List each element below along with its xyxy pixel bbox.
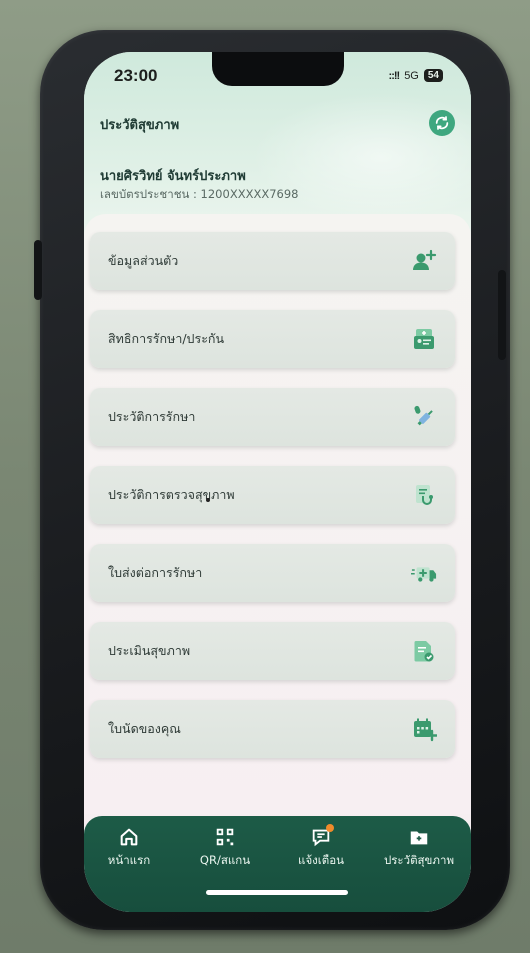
phone-screen: 23:00 ::!! 5G 54 ประวัติสุขภาพ นายศิรวิท… xyxy=(84,52,471,912)
tab-label: แจ้งเตือน xyxy=(298,853,344,867)
ambulance-icon xyxy=(411,560,437,586)
side-button xyxy=(498,270,506,360)
menu-item-appointments[interactable]: ใบนัดของคุณ xyxy=(90,700,455,758)
camera-notch xyxy=(212,52,344,86)
page-title: ประวัติสุขภาพ xyxy=(100,118,180,133)
status-time: 23:00 xyxy=(114,66,158,85)
menu-item-health-assessment[interactable]: ประเมินสุขภาพ xyxy=(90,622,455,680)
stethoscope-doc-icon xyxy=(411,482,437,508)
network-label: 5G xyxy=(404,69,419,82)
menu-item-label: ประวัติการรักษา xyxy=(108,409,196,424)
status-indicators: ::!! 5G 54 xyxy=(389,69,443,82)
add-person-icon xyxy=(411,248,437,274)
bottom-tab-bar: หน้าแรก QR/สแกน แจ้งเตือน ประวัติสุขภาพ xyxy=(84,816,471,912)
tab-label: QR/สแกน xyxy=(199,853,251,867)
tab-label: หน้าแรก xyxy=(107,853,151,867)
menu-item-checkup-history[interactable]: ประวัติการตรวจสุขภาพ xyxy=(90,466,455,524)
user-id-number: เลขบัตรประชาชน : 1200XXXXX7698 xyxy=(100,187,299,201)
notification-dot xyxy=(326,824,334,832)
menu-item-label: ใบส่งต่อการรักษา xyxy=(108,565,203,580)
photo-background: 23:00 ::!! 5G 54 ประวัติสุขภาพ นายศิรวิท… xyxy=(0,0,530,953)
home-indicator xyxy=(206,890,348,895)
tab-health-history[interactable]: ประวัติสุขภาพ xyxy=(374,826,464,870)
tab-qr-scan[interactable]: QR/สแกน xyxy=(180,826,270,870)
battery-icon: 54 xyxy=(423,69,443,82)
syringe-icon xyxy=(411,404,437,430)
menu-item-label: สิทธิการรักษา/ประกัน xyxy=(108,331,225,346)
menu-item-treatment-history[interactable]: ประวัติการรักษา xyxy=(90,388,455,446)
side-button xyxy=(34,240,42,300)
menu-item-personal-info[interactable]: ข้อมูลส่วนตัว xyxy=(90,232,455,290)
qr-scan-icon xyxy=(214,826,236,848)
signal-icon: ::!! xyxy=(388,69,401,82)
menu-item-insurance[interactable]: สิทธิการรักษา/ประกัน xyxy=(90,310,455,368)
chat-bell-icon xyxy=(310,824,334,848)
health-folder-icon xyxy=(408,826,430,848)
tab-notifications[interactable]: แจ้งเตือน xyxy=(276,824,366,870)
tab-home[interactable]: หน้าแรก xyxy=(84,826,174,870)
refresh-button[interactable] xyxy=(429,110,455,136)
menu-panel: ข้อมูลส่วนตัว สิทธิการรักษา/ประกัน ประวั… xyxy=(84,214,471,814)
refresh-icon xyxy=(435,116,449,130)
user-name: นายศิรวิทย์ จันทร์ประภาพ xyxy=(100,169,246,184)
tab-label: ประวัติสุขภาพ xyxy=(383,853,455,867)
calendar-add-icon xyxy=(411,716,437,742)
screen-mark xyxy=(206,498,210,502)
menu-item-label: ข้อมูลส่วนตัว xyxy=(108,253,179,268)
menu-item-referral[interactable]: ใบส่งต่อการรักษา xyxy=(90,544,455,602)
menu-item-label: ประเมินสุขภาพ xyxy=(108,643,191,658)
menu-item-label: ใบนัดของคุณ xyxy=(108,721,181,736)
checklist-doc-icon xyxy=(411,638,437,664)
menu-item-label: ประวัติการตรวจสุขภาพ xyxy=(108,487,235,502)
home-icon xyxy=(118,826,140,848)
id-card-icon xyxy=(411,326,437,352)
